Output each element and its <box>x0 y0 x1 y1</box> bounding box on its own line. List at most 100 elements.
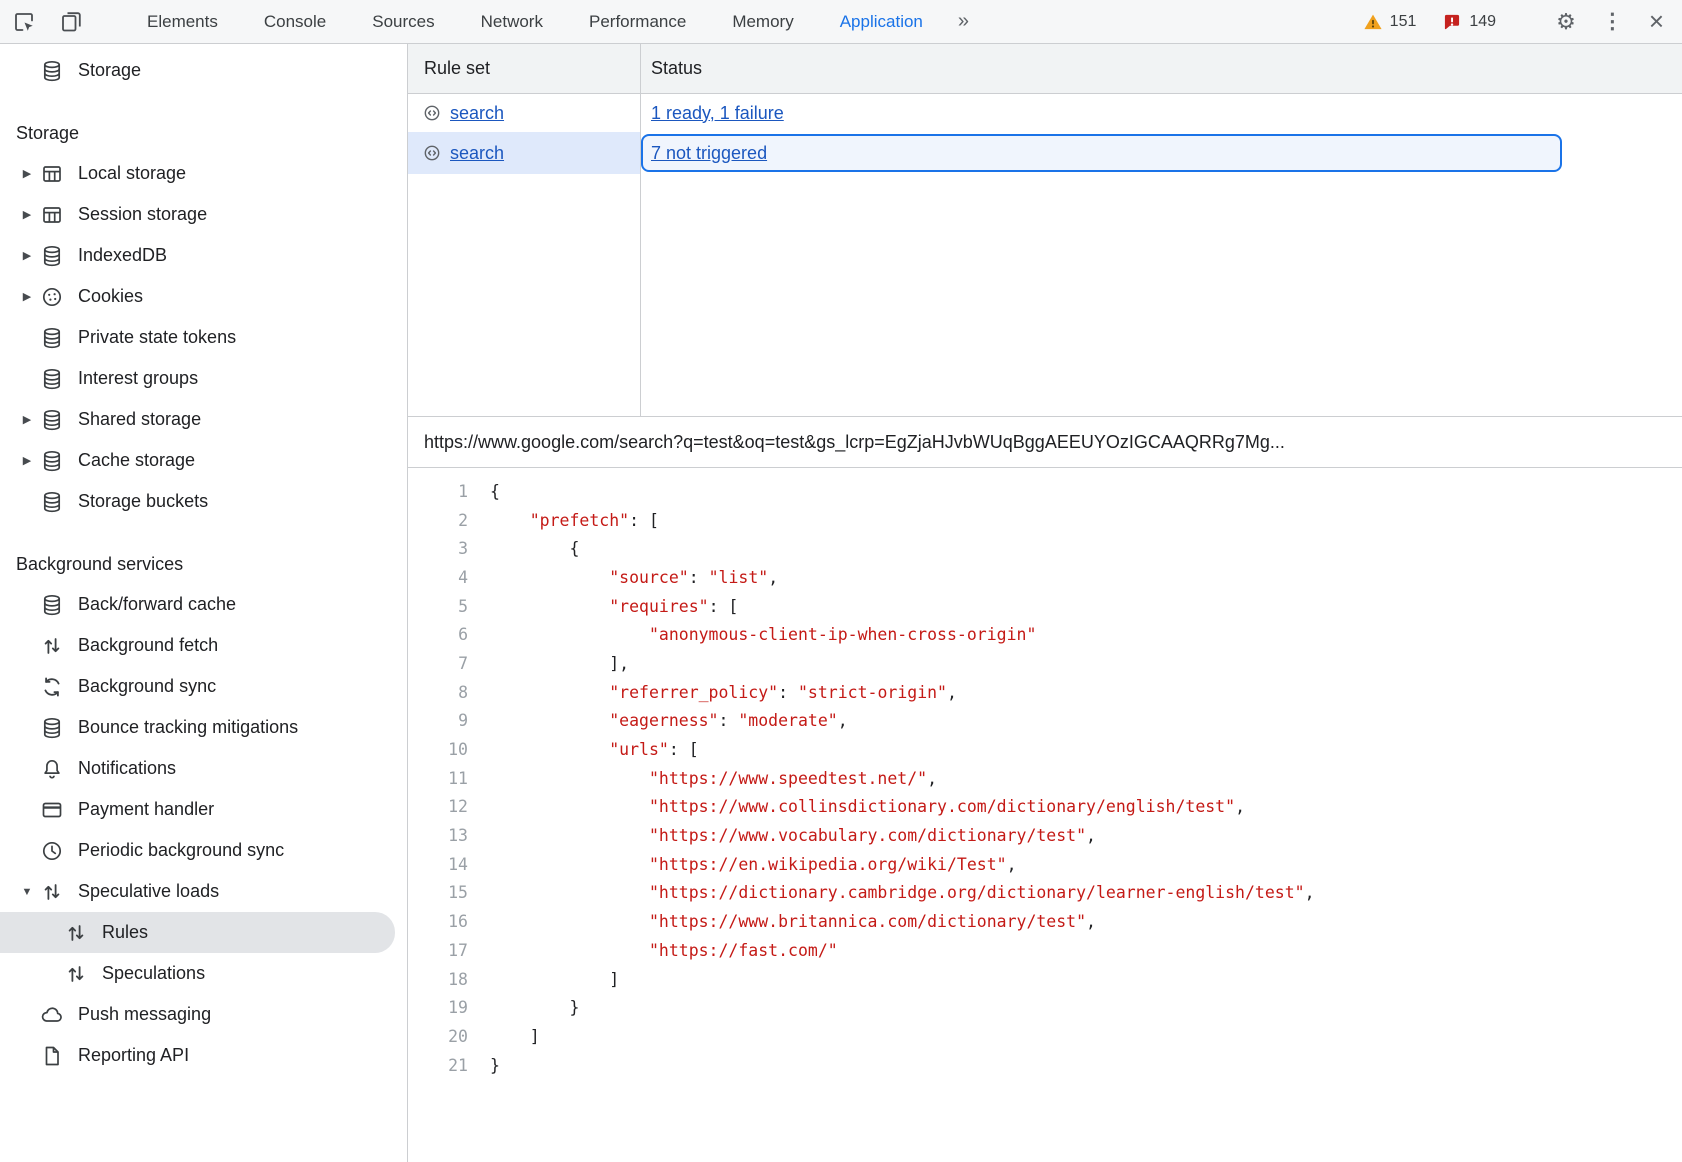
expand-arrow-icon[interactable]: ▶ <box>14 208 40 221</box>
sidebar-item-push-messaging[interactable]: ▶ Push messaging <box>0 994 407 1035</box>
sidebar-item-label: Cookies <box>78 286 143 307</box>
application-sidebar[interactable]: ▶ Storage Storage ▶ Local storage ▶ Sess… <box>0 44 408 1162</box>
error-count-label: 149 <box>1469 13 1496 31</box>
line-number: 3 <box>408 539 476 558</box>
sidebar-item-cache-storage[interactable]: ▶ Cache storage <box>0 440 407 481</box>
payment-card-icon <box>40 798 64 822</box>
sidebar-item-rules[interactable]: ▶ Rules <box>0 912 395 953</box>
warnings-counter[interactable]: 151 <box>1363 12 1417 32</box>
sidebar-item-payment-handler[interactable]: ▶ Payment handler <box>0 789 407 830</box>
line-number: 12 <box>408 797 476 816</box>
sidebar-item-indexeddb[interactable]: ▶ IndexedDB <box>0 235 407 276</box>
device-toolbar-icon <box>60 10 84 34</box>
rule-set-source-url: https://www.google.com/search?q=test&oq=… <box>408 417 1682 468</box>
error-bubble-icon <box>1442 12 1462 32</box>
table-row-selected[interactable]: search 7 not triggered <box>408 132 1682 174</box>
expand-arrow-icon[interactable]: ▶ <box>14 454 40 467</box>
collapse-arrow-icon[interactable]: ▼ <box>14 886 40 898</box>
code-text: "https://fast.com/" <box>476 941 838 960</box>
tab-sources[interactable]: Sources <box>349 0 457 43</box>
tab-memory[interactable]: Memory <box>709 0 816 43</box>
cookie-icon <box>40 285 64 309</box>
sidebar-item-label: Periodic background sync <box>78 840 284 861</box>
column-divider[interactable] <box>640 44 641 416</box>
code-text: ], <box>476 654 629 673</box>
inspect-cursor-icon <box>12 10 36 34</box>
double-chevron-icon: » <box>958 10 969 33</box>
sidebar-item-local-storage[interactable]: ▶ Local storage <box>0 153 407 194</box>
sidebar-item-speculations[interactable]: ▶ Speculations <box>0 953 407 994</box>
up-down-arrows-icon <box>40 634 64 658</box>
status-link[interactable]: 1 ready, 1 failure <box>651 103 784 124</box>
code-text: "requires": [ <box>476 597 738 616</box>
sidebar-item-label: Storage buckets <box>78 491 208 512</box>
expand-arrow-icon[interactable]: ▶ <box>14 290 40 303</box>
database-icon <box>40 716 64 740</box>
sidebar-item-cookies[interactable]: ▶ Cookies <box>0 276 407 317</box>
more-tabs-button[interactable]: » <box>946 0 981 43</box>
database-icon <box>40 367 64 391</box>
code-line: 17 "https://fast.com/" <box>408 936 1682 965</box>
settings-button[interactable]: ⚙ <box>1556 9 1576 35</box>
line-number: 2 <box>408 511 476 530</box>
sidebar-item-periodic-background-sync[interactable]: ▶ Periodic background sync <box>0 830 407 871</box>
sidebar-item-storage-buckets[interactable]: ▶ Storage buckets <box>0 481 407 522</box>
gear-icon: ⚙ <box>1556 9 1576 35</box>
tab-console[interactable]: Console <box>241 0 349 43</box>
code-line: 4 "source": "list", <box>408 563 1682 592</box>
sidebar-item-session-storage[interactable]: ▶ Session storage <box>0 194 407 235</box>
tab-network[interactable]: Network <box>458 0 566 43</box>
device-toolbar-button[interactable] <box>48 0 96 43</box>
close-icon: × <box>1649 6 1664 37</box>
status-cell-focus-ring[interactable]: 7 not triggered <box>641 134 1562 172</box>
line-number: 5 <box>408 597 476 616</box>
line-number: 14 <box>408 855 476 874</box>
sidebar-item-storage-overview[interactable]: ▶ Storage <box>0 50 407 91</box>
expand-arrow-icon[interactable]: ▶ <box>14 413 40 426</box>
table-icon <box>40 162 64 186</box>
source-url-text: https://www.google.com/search?q=test&oq=… <box>424 432 1285 453</box>
inspect-element-button[interactable] <box>0 0 48 43</box>
tab-elements[interactable]: Elements <box>124 0 241 43</box>
line-number: 4 <box>408 568 476 587</box>
up-down-arrows-icon <box>64 962 88 986</box>
sidebar-item-notifications[interactable]: ▶ Notifications <box>0 748 407 789</box>
code-line: 6 "anonymous-client-ip-when-cross-origin… <box>408 620 1682 649</box>
rule-set-icon <box>422 103 442 123</box>
overflow-menu-button[interactable]: ⋮ <box>1602 9 1623 34</box>
line-number: 11 <box>408 769 476 788</box>
line-number: 6 <box>408 625 476 644</box>
column-header-status[interactable]: Status <box>640 44 1682 93</box>
close-devtools-button[interactable]: × <box>1649 6 1664 37</box>
tab-performance[interactable]: Performance <box>566 0 709 43</box>
expand-arrow-icon[interactable]: ▶ <box>14 167 40 180</box>
table-row[interactable]: search 1 ready, 1 failure <box>408 94 1682 132</box>
sidebar-item-back-forward-cache[interactable]: ▶ Back/forward cache <box>0 584 407 625</box>
sidebar-item-private-state-tokens[interactable]: ▶ Private state tokens <box>0 317 407 358</box>
sidebar-item-interest-groups[interactable]: ▶ Interest groups <box>0 358 407 399</box>
status-link[interactable]: 7 not triggered <box>651 143 767 164</box>
speculative-loads-panel: Rule set Status search 1 ready, 1 failur… <box>408 44 1682 1162</box>
sidebar-item-background-sync[interactable]: ▶ Background sync <box>0 666 407 707</box>
code-text: "eagerness": "moderate", <box>476 711 848 730</box>
expand-arrow-icon[interactable]: ▶ <box>14 249 40 262</box>
sidebar-item-label: Cache storage <box>78 450 195 471</box>
code-text: ] <box>476 1027 540 1046</box>
rule-set-source-viewer[interactable]: 1{2 "prefetch": [3 {4 "source": "list",5… <box>408 468 1682 1162</box>
sidebar-item-background-fetch[interactable]: ▶ Background fetch <box>0 625 407 666</box>
sidebar-item-reporting-api[interactable]: ▶ Reporting API <box>0 1035 407 1076</box>
sidebar-item-speculative-loads[interactable]: ▼ Speculative loads <box>0 871 407 912</box>
line-number: 8 <box>408 683 476 702</box>
column-header-rule-set[interactable]: Rule set <box>408 44 640 93</box>
sidebar-item-label: Push messaging <box>78 1004 211 1025</box>
rule-set-link[interactable]: search <box>450 143 504 164</box>
sidebar-item-bounce-tracking-mitigations[interactable]: ▶ Bounce tracking mitigations <box>0 707 407 748</box>
warning-triangle-icon <box>1363 12 1383 32</box>
document-icon <box>40 1044 64 1068</box>
tab-application[interactable]: Application <box>817 0 946 43</box>
line-number: 18 <box>408 970 476 989</box>
errors-counter[interactable]: 149 <box>1442 12 1496 32</box>
sidebar-item-shared-storage[interactable]: ▶ Shared storage <box>0 399 407 440</box>
rule-set-link[interactable]: search <box>450 103 504 124</box>
section-heading-storage: Storage <box>0 113 407 153</box>
